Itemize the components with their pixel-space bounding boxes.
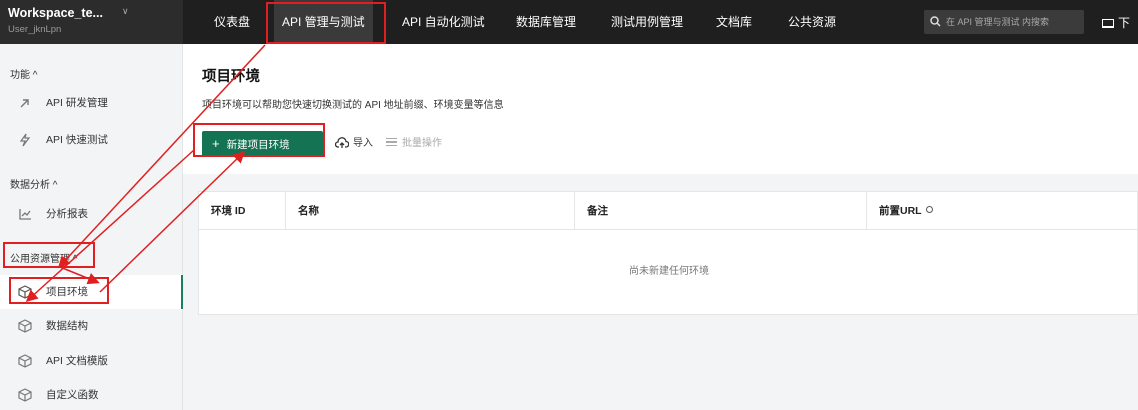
batch-label: 批量操作 (402, 138, 442, 149)
empty-state: 尚未新建任何环境 (629, 266, 709, 277)
sidebar-item-label: 项目环境 (46, 286, 88, 298)
sidebar-item-label: API 快速测试 (46, 134, 108, 146)
page-title: 项目环境 (202, 69, 260, 85)
new-environment-label: 新建项目环境 (226, 139, 290, 151)
environment-table: 环境 ID 名称 备注 前置URL 尚未新建任何环境 (198, 191, 1138, 315)
sidebar-item-api-dev[interactable]: API 研发管理 (0, 86, 183, 120)
page-description: 项目环境可以帮助您快速切换测试的 API 地址前缀、环境变量等信息 (202, 100, 504, 111)
sidebar-group-analytics[interactable]: 数据分析 ^ (10, 176, 57, 191)
column-prefix-url: 前置URL (866, 192, 1138, 230)
page-header-panel: 项目环境 项目环境可以帮助您快速切换测试的 API 地址前缀、环境变量等信息 +… (183, 44, 1138, 174)
nav-dashboard[interactable]: 仪表盘 (206, 0, 258, 44)
sidebar: 功能 ^ API 研发管理 API 快速测试 数据分析 ^ 分析报表 公用资源管… (0, 44, 183, 410)
sidebar-group-public-resources[interactable]: 公用资源管理 ^ (10, 250, 77, 265)
column-remark: 备注 (574, 192, 866, 230)
chart-icon (19, 209, 31, 220)
cube-icon (18, 319, 32, 333)
column-name: 名称 (285, 192, 574, 230)
sidebar-item-label: API 研发管理 (46, 97, 108, 109)
device-menu[interactable]: 下 (1102, 14, 1130, 31)
nav-public-resources[interactable]: 公共资源 (780, 0, 844, 44)
workspace-switcher[interactable]: Workspace_te... ∨ User_jknLpn (0, 0, 183, 44)
cube-icon (18, 354, 32, 368)
nav-database[interactable]: 数据库管理 (508, 0, 584, 44)
api-arrow-icon (20, 99, 29, 108)
sidebar-item-label: API 文档模版 (46, 355, 108, 367)
lightning-icon (19, 133, 31, 147)
plus-icon: + (212, 136, 220, 151)
sidebar-item-reports[interactable]: 分析报表 (0, 197, 183, 231)
sidebar-item-label: 数据结构 (46, 320, 88, 332)
sidebar-item-project-env[interactable]: 项目环境 (0, 275, 183, 309)
new-environment-button[interactable]: + 新建项目环境 (202, 131, 323, 157)
column-env-id: 环境 ID (211, 205, 246, 217)
table-header: 环境 ID 名称 备注 前置URL (199, 192, 1138, 230)
search-placeholder: 在 API 管理与测试 内搜索 (946, 17, 1050, 27)
info-icon[interactable] (925, 206, 933, 213)
cloud-upload-icon (334, 137, 350, 148)
workspace-user: User_jknLpn (8, 24, 62, 35)
import-label: 导入 (353, 138, 373, 149)
sidebar-item-label: 自定义函数 (46, 389, 99, 401)
column-prefix-url-label: 前置URL (879, 205, 922, 217)
cube-icon (18, 285, 32, 299)
nav-api-management[interactable]: API 管理与测试 (274, 0, 373, 44)
chevron-down-icon: ∨ (122, 6, 129, 16)
sidebar-item-label: 分析报表 (46, 208, 88, 220)
cube-icon (18, 388, 32, 402)
search-input[interactable]: 在 API 管理与测试 内搜索 (924, 10, 1084, 34)
batch-operation-button[interactable]: 批量操作 (386, 134, 442, 149)
sidebar-item-data-structure[interactable]: 数据结构 (0, 309, 183, 343)
main-content: 项目环境 项目环境可以帮助您快速切换测试的 API 地址前缀、环境变量等信息 +… (183, 44, 1138, 410)
device-menu-label: 下 (1118, 16, 1131, 30)
nav-docs[interactable]: 文档库 (708, 0, 760, 44)
list-icon (386, 136, 397, 149)
nav-test-cases[interactable]: 测试用例管理 (603, 0, 691, 44)
sidebar-group-features[interactable]: 功能 ^ (10, 66, 37, 81)
monitor-icon (1102, 19, 1114, 29)
search-icon (930, 16, 941, 27)
sidebar-item-custom-functions[interactable]: 自定义函数 (0, 378, 183, 410)
workspace-name: Workspace_te... (8, 6, 103, 20)
nav-api-automation[interactable]: API 自动化测试 (394, 0, 493, 44)
sidebar-item-api-quick-test[interactable]: API 快速测试 (0, 123, 183, 157)
sidebar-item-api-doc-template[interactable]: API 文档模版 (0, 344, 183, 378)
import-button[interactable]: 导入 (334, 134, 373, 149)
top-navigation-bar: Workspace_te... ∨ User_jknLpn 仪表盘 API 管理… (0, 0, 1138, 44)
